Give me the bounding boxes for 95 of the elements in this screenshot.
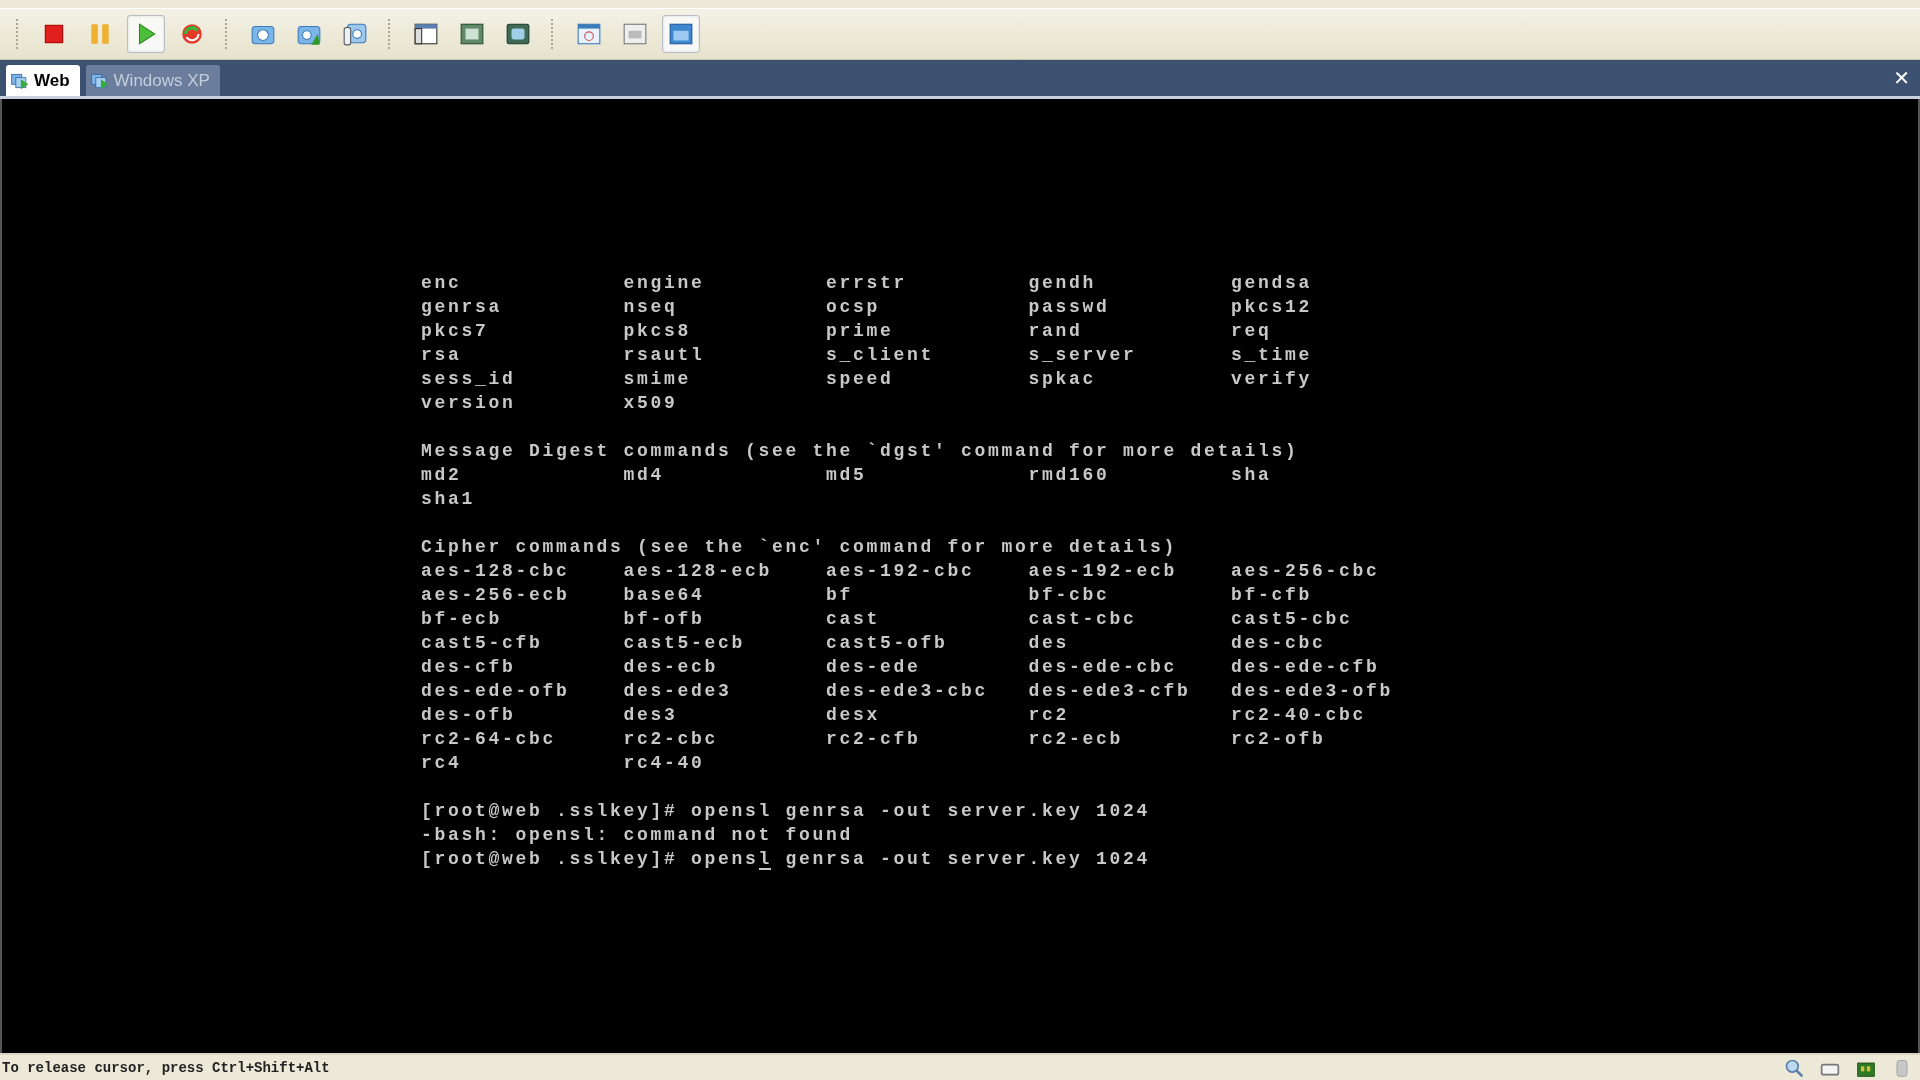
- window-icon: [413, 21, 439, 47]
- command-name: md2: [421, 464, 463, 483]
- terminal-line: Cipher commands (see the `enc' command for more details): [421, 536, 1178, 555]
- command-name: des-ede3: [623, 680, 733, 699]
- command-name: rc2-ecb: [1028, 728, 1124, 747]
- command-name: rmd160: [1028, 464, 1111, 483]
- command-name: rc4-40: [623, 752, 706, 771]
- close-button[interactable]: ✕: [1887, 66, 1916, 90]
- command-name: des-ecb: [623, 656, 719, 675]
- command-name: rc2-ofb: [1231, 728, 1327, 747]
- terminal-line: -bash: opensl: command not found: [421, 824, 854, 843]
- command-name: passwd: [1028, 296, 1111, 315]
- command-name: des: [1028, 632, 1070, 651]
- command-name: nseq: [623, 296, 679, 315]
- command-name: sha: [1231, 464, 1273, 483]
- command-name: rc4: [421, 752, 463, 771]
- command-name: sha1: [421, 488, 476, 507]
- toolbar-button[interactable]: [662, 15, 700, 53]
- command-name: spkac: [1028, 368, 1097, 387]
- command-name: cast5-ofb: [826, 632, 949, 651]
- status-message: To release cursor, press Ctrl+Shift+Alt: [2, 1059, 330, 1076]
- toolbar-button[interactable]: [127, 15, 165, 53]
- command-name: enc: [421, 272, 463, 291]
- command-name: smime: [623, 368, 692, 387]
- reset-icon: [179, 21, 205, 47]
- command-name: cast5-cfb: [421, 632, 544, 651]
- command-name: pkcs8: [623, 320, 692, 339]
- command-name: engine: [623, 272, 706, 291]
- command-name: pkcs12: [1231, 296, 1313, 315]
- terminal-line: [root@web .sslkey]# opensl genrsa -out server.key 1024: [421, 800, 1151, 819]
- command-name: speed: [826, 368, 895, 387]
- command-name: des-ede-ofb: [421, 680, 571, 699]
- fit-window-icon: [505, 21, 531, 47]
- command-name: aes-128-ecb: [623, 560, 774, 579]
- command-name: rc2: [1028, 704, 1070, 723]
- command-name: genrsa: [421, 296, 503, 315]
- command-name: cast: [826, 608, 881, 627]
- command-name: des-ede-cfb: [1231, 656, 1381, 675]
- command-name: gendsa: [1231, 272, 1313, 291]
- command-name: x509: [623, 392, 679, 411]
- command-name: aes-256-cbc: [1231, 560, 1381, 579]
- command-name: version: [421, 392, 517, 411]
- command-name: gendh: [1028, 272, 1097, 291]
- command-name: desx: [826, 704, 881, 723]
- command-name: des-cbc: [1231, 632, 1327, 651]
- command-name: s_server: [1028, 344, 1138, 363]
- window-icon: [668, 21, 694, 47]
- command-name: des-ede-cbc: [1028, 656, 1179, 675]
- command-name: base64: [623, 584, 706, 603]
- command-name: bf-cbc: [1028, 584, 1111, 603]
- command-name: md5: [826, 464, 868, 483]
- command-name: s_time: [1231, 344, 1313, 363]
- command-name: des3: [623, 704, 679, 723]
- command-name: cast5-ecb: [623, 632, 747, 651]
- command-name: md4: [623, 464, 665, 483]
- command-name: cast5-cbc: [1231, 608, 1354, 627]
- window-icon: [622, 21, 648, 47]
- command-name: bf: [826, 584, 854, 603]
- command-name: ocsp: [826, 296, 881, 315]
- text-cursor: [758, 868, 771, 870]
- window-icon: [576, 21, 602, 47]
- command-name: rc2-cfb: [826, 728, 922, 747]
- command-name: rand: [1028, 320, 1084, 339]
- command-name: errstr: [826, 272, 908, 291]
- command-name: rsa: [421, 344, 463, 363]
- command-name: des-ofb: [421, 704, 517, 723]
- command-name: des-ede3-cbc: [826, 680, 990, 699]
- vm-tab[interactable]: Web: [6, 65, 80, 96]
- command-name: des-ede3-ofb: [1231, 680, 1395, 699]
- command-name: prime: [826, 320, 895, 339]
- command-name: rc2-64-cbc: [421, 728, 558, 747]
- camera-stack-icon: [342, 21, 368, 47]
- fullscreen-icon: [459, 21, 485, 47]
- command-name: req: [1231, 320, 1273, 339]
- command-name: aes-192-cbc: [826, 560, 976, 579]
- command-name: rc2-cbc: [623, 728, 719, 747]
- terminal-line: Message Digest commands (see the `dgst' command for more details): [421, 440, 1299, 459]
- command-name: aes-128-cbc: [421, 560, 571, 579]
- command-name: verify: [1231, 368, 1313, 387]
- command-name: des-ede3-cfb: [1028, 680, 1192, 699]
- command-name: bf-ofb: [623, 608, 706, 627]
- command-name: pkcs7: [421, 320, 490, 339]
- command-name: s_client: [826, 344, 935, 363]
- terminal-line: [root@web .sslkey]# opensl genrsa -out server.key 1024: [421, 848, 1151, 867]
- command-name: sess_id: [421, 368, 517, 387]
- command-name: bf-ecb: [421, 608, 503, 627]
- command-name: des-cfb: [421, 656, 517, 675]
- command-name: rc2-40-cbc: [1231, 704, 1368, 723]
- command-name: des-ede: [826, 656, 922, 675]
- command-name: rsautl: [623, 344, 706, 363]
- command-name: bf-cfb: [1231, 584, 1313, 603]
- command-name: cast-cbc: [1028, 608, 1138, 627]
- command-name: aes-256-ecb: [421, 584, 571, 603]
- command-name: aes-192-ecb: [1028, 560, 1179, 579]
- magnifier-icon: [1784, 1057, 1804, 1078]
